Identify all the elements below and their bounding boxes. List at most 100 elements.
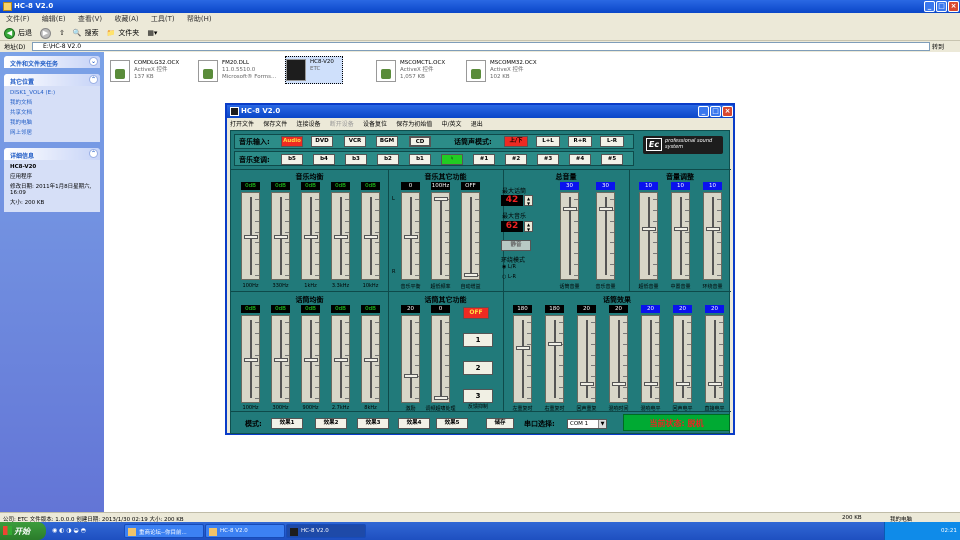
slider-thumb[interactable]: [274, 358, 288, 362]
slider-thumb[interactable]: [334, 358, 348, 362]
chevron-down-icon[interactable]: ⌄: [89, 57, 98, 66]
quick-launch-icons[interactable]: ◉ ◐ ◑ ◒ ◓: [52, 527, 86, 534]
mode-updown-button[interactable]: 上/下: [504, 136, 528, 147]
input-audio-button[interactable]: Audio: [281, 136, 303, 147]
music-other-slider[interactable]: [461, 192, 480, 280]
vocal-effect-slider[interactable]: [577, 315, 596, 403]
slider-thumb[interactable]: [404, 374, 418, 378]
chevron-up-icon[interactable]: ⌃: [89, 149, 98, 158]
address-input[interactable]: E:\HC-8 V2.0: [32, 42, 930, 51]
vocal-eq-slider[interactable]: [271, 315, 290, 403]
slider-thumb[interactable]: [274, 235, 288, 239]
mode-lr-button[interactable]: L-R: [600, 136, 624, 147]
menu-file[interactable]: 文件(F): [6, 14, 30, 24]
music-eq-slider[interactable]: [331, 192, 350, 280]
file-item[interactable]: FM20.DLL 11.0.5510.0 Microsoft® Forms...: [198, 58, 288, 86]
feedback-preset-3-button[interactable]: 3: [463, 389, 493, 403]
surround-option-l-minus-r[interactable]: ○ L-R: [502, 274, 516, 280]
store-button[interactable]: 储存: [486, 418, 514, 429]
slider-thumb[interactable]: [599, 207, 613, 211]
volume-adjust-slider[interactable]: [671, 192, 690, 280]
key-s5-button[interactable]: #5: [601, 154, 623, 165]
search-button[interactable]: 🔍 搜索: [73, 28, 99, 38]
forward-button[interactable]: ▶: [40, 27, 51, 39]
mixer-close-button[interactable]: ×: [722, 106, 733, 117]
music-eq-slider[interactable]: [301, 192, 320, 280]
slider-thumb[interactable]: [642, 227, 656, 231]
clock[interactable]: 02:21: [941, 528, 957, 534]
spin-down-icon[interactable]: ▼: [525, 227, 532, 232]
music-eq-slider[interactable]: [241, 192, 260, 280]
volume-adjust-slider[interactable]: [639, 192, 658, 280]
start-button[interactable]: 开始: [0, 522, 46, 540]
effect-5-button[interactable]: 效果5: [436, 418, 468, 429]
slider-thumb[interactable]: [580, 382, 594, 386]
vocal-effect-slider[interactable]: [513, 315, 532, 403]
effect-4-button[interactable]: 效果4: [398, 418, 430, 429]
music-other-slider[interactable]: [431, 192, 450, 280]
file-item-selected[interactable]: HC8-V20 ETC: [285, 56, 343, 84]
key-natural-button[interactable]: ♮: [441, 154, 463, 165]
vocal-off-button[interactable]: OFF: [463, 307, 489, 319]
music-eq-slider[interactable]: [271, 192, 290, 280]
maximize-button[interactable]: □: [936, 1, 947, 12]
music-other-slider[interactable]: [401, 192, 420, 280]
max-vocal-spinner[interactable]: ▲ ▼: [524, 195, 533, 206]
slider-thumb[interactable]: [404, 235, 418, 239]
chevron-down-icon[interactable]: ▼: [598, 420, 606, 428]
taskbar-item-explorer[interactable]: HC-8 V2.0: [205, 524, 285, 538]
menu-view[interactable]: 查看(V): [78, 14, 102, 24]
slider-thumb[interactable]: [644, 382, 658, 386]
file-item[interactable]: MSCOMCTL.OCX ActiveX 控件 1,057 KB: [376, 58, 466, 86]
key-s4-button[interactable]: #4: [569, 154, 591, 165]
slider-thumb[interactable]: [304, 358, 318, 362]
slider-thumb[interactable]: [334, 235, 348, 239]
vocal-effect-slider[interactable]: [705, 315, 724, 403]
close-button[interactable]: ×: [948, 1, 959, 12]
place-link-network[interactable]: 网上邻居: [10, 128, 94, 136]
place-link-disk[interactable]: DISK1_VOL4 (E:): [10, 90, 94, 96]
music-eq-slider[interactable]: [361, 192, 380, 280]
vocal-eq-slider[interactable]: [361, 315, 380, 403]
folders-button[interactable]: 📁 文件夹: [107, 28, 140, 38]
slider-thumb[interactable]: [708, 382, 722, 386]
feedback-preset-1-button[interactable]: 1: [463, 333, 493, 347]
up-button[interactable]: ⇧: [59, 29, 65, 37]
slider-thumb[interactable]: [563, 207, 577, 211]
menu-connect[interactable]: 连接设备: [297, 119, 321, 128]
slider-thumb[interactable]: [434, 196, 448, 201]
place-link-shared[interactable]: 共享文档: [10, 108, 94, 116]
details-panel-header[interactable]: 详细信息 ⌃: [4, 148, 100, 160]
slider-thumb[interactable]: [706, 227, 720, 231]
vocal-effect-slider[interactable]: [673, 315, 692, 403]
slider-thumb[interactable]: [244, 235, 258, 239]
slider-thumb[interactable]: [612, 382, 626, 386]
key-s2-button[interactable]: #2: [505, 154, 527, 165]
slider-thumb[interactable]: [674, 227, 688, 231]
menu-language[interactable]: 中/英文: [442, 119, 462, 128]
menu-tools[interactable]: 工具(T): [151, 14, 175, 24]
key-b3-button[interactable]: b3: [345, 154, 367, 165]
key-s1-button[interactable]: #1: [473, 154, 495, 165]
menu-disconnect[interactable]: 断开设备: [330, 119, 354, 128]
slider-thumb[interactable]: [548, 342, 562, 346]
menu-exit[interactable]: 退出: [471, 119, 483, 128]
menu-reset[interactable]: 设备复位: [363, 119, 387, 128]
vocal-effect-slider[interactable]: [609, 315, 628, 403]
taskbar-item-forum[interactable]: 重商论坛--你目前...: [124, 524, 204, 538]
key-b5-button[interactable]: b5: [281, 154, 303, 165]
places-panel-header[interactable]: 其它位置 ⌃: [4, 74, 100, 86]
slider-thumb[interactable]: [434, 396, 448, 401]
effect-2-button[interactable]: 效果2: [315, 418, 347, 429]
total-volume-slider[interactable]: [596, 192, 615, 280]
vocal-eq-slider[interactable]: [331, 315, 350, 403]
input-cd-button[interactable]: CD: [409, 136, 431, 147]
file-item[interactable]: MSCOMM32.OCX ActiveX 控件 102 KB: [466, 58, 556, 86]
vocal-other-slider[interactable]: [401, 315, 420, 403]
slider-thumb[interactable]: [244, 358, 258, 362]
key-b1-button[interactable]: b1: [409, 154, 431, 165]
vocal-effect-slider[interactable]: [545, 315, 564, 403]
slider-thumb[interactable]: [676, 382, 690, 386]
input-vcr-button[interactable]: VCR: [344, 136, 366, 147]
key-b2-button[interactable]: b2: [377, 154, 399, 165]
